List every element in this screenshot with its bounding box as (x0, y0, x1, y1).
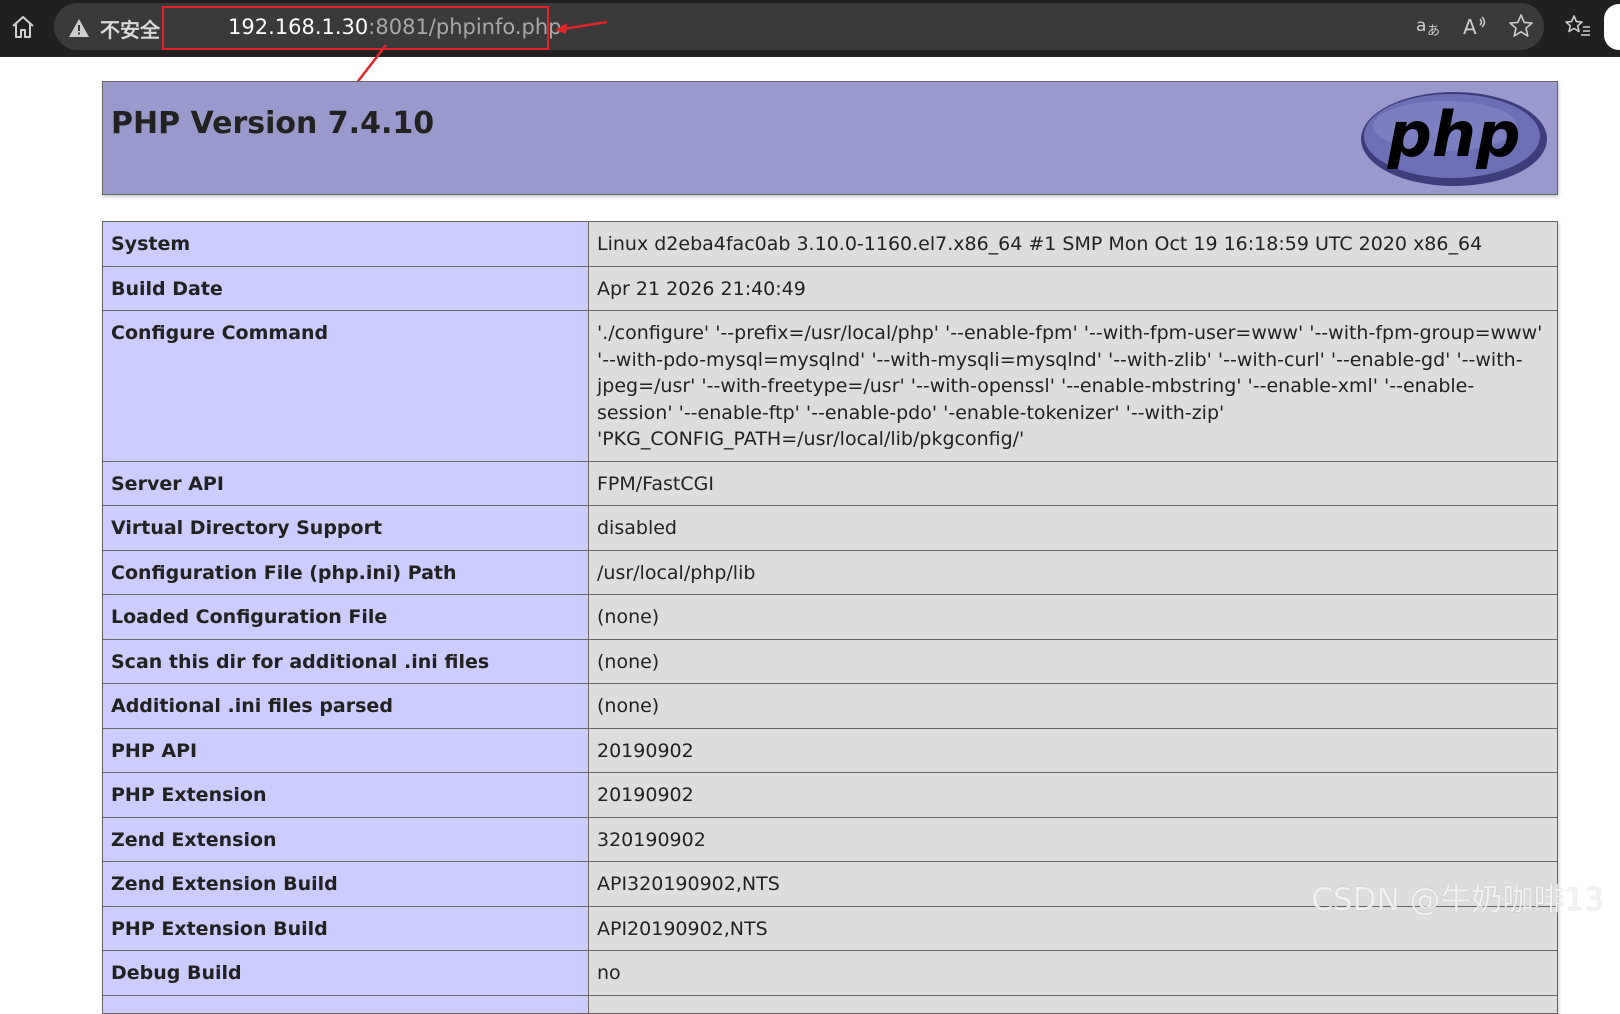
svg-text:A: A (1463, 15, 1477, 38)
translate-icon: a あ (1416, 16, 1440, 38)
setting-value: 320190902 (588, 816, 1558, 862)
home-button[interactable] (6, 10, 40, 44)
table-row (102, 994, 1558, 1014)
table-row: PHP API 20190902 (102, 727, 1558, 773)
setting-value: FPM/FastCGI (588, 460, 1558, 506)
php-logo-text: php (1387, 98, 1521, 171)
setting-label: Virtual Directory Support (102, 505, 589, 551)
php-version-header: PHP Version 7.4.10 php (102, 81, 1558, 195)
setting-label (102, 994, 589, 1014)
table-row: Configuration File (php.ini) Path/usr/lo… (102, 549, 1558, 595)
annotation-url-highlight-box (162, 6, 549, 50)
setting-value: (none) (588, 638, 1558, 684)
page-title: PHP Version 7.4.10 (111, 106, 435, 141)
setting-value: Apr 21 2026 21:40:49 (588, 265, 1558, 311)
warning-icon[interactable] (68, 18, 90, 38)
php-logo[interactable]: php (1359, 90, 1549, 188)
setting-label: Loaded Configuration File (102, 594, 589, 640)
favorites-list-button[interactable] (1563, 11, 1593, 41)
setting-label: Debug Build (102, 950, 589, 996)
table-row: Server API FPM/FastCGI (102, 460, 1558, 506)
table-row: Virtual Directory Support disabled (102, 505, 1558, 551)
table-row: Scan this dir for additional .ini files(… (102, 638, 1558, 684)
svg-text:あ: あ (1427, 24, 1440, 38)
profile-button[interactable] (1604, 4, 1620, 50)
table-row: Additional .ini files parsed (none) (102, 683, 1558, 729)
setting-label: Scan this dir for additional .ini files (102, 638, 589, 684)
table-row: PHP Extension 20190902 (102, 772, 1558, 818)
translate-button[interactable]: a あ (1415, 11, 1445, 41)
setting-label: Server API (102, 460, 589, 506)
setting-label: Configure Command (102, 310, 589, 462)
setting-label: PHP Extension (102, 772, 589, 818)
favorite-button[interactable] (1506, 11, 1536, 41)
table-row: Configure Command './configure' '--prefix… (102, 310, 1558, 462)
watermark: CSDN @牛奶咖啡13 (1311, 882, 1604, 918)
setting-label: Zend Extension Build (102, 861, 589, 907)
table-row: Debug Build no (102, 950, 1558, 996)
insecure-label[interactable]: 不安全 (100, 14, 160, 43)
setting-value (588, 994, 1558, 1014)
setting-label: Zend Extension (102, 816, 589, 862)
setting-value: (none) (588, 683, 1558, 729)
setting-value: Linux d2eba4fac0ab 3.10.0-1160.el7.x86_6… (588, 221, 1558, 267)
setting-value: no (588, 950, 1558, 996)
table-row: System Linux d2eba4fac0ab 3.10.0-1160.el7… (102, 221, 1558, 267)
home-icon (12, 16, 34, 38)
setting-label: PHP Extension Build (102, 905, 589, 951)
table-row: Zend Extension 320190902 (102, 816, 1558, 862)
setting-value: /usr/local/php/lib (588, 549, 1558, 595)
favorites-list-icon (1565, 15, 1590, 36)
setting-label: Build Date (102, 265, 589, 311)
setting-value: './configure' '--prefix=/usr/local/php' … (588, 310, 1558, 462)
setting-value: (none) (588, 594, 1558, 640)
read-aloud-icon: A (1463, 15, 1486, 38)
setting-value: 20190902 (588, 727, 1558, 773)
setting-value: disabled (588, 505, 1558, 551)
table-row: Build Date Apr 21 2026 21:40:49 (102, 265, 1558, 311)
favorite-star-icon (1509, 14, 1533, 37)
setting-label: Configuration File (php.ini) Path (102, 549, 589, 595)
setting-label: System (102, 221, 589, 267)
svg-text:a: a (1416, 16, 1426, 36)
setting-label: PHP API (102, 727, 589, 773)
setting-label: Additional .ini files parsed (102, 683, 589, 729)
table-row: Loaded Configuration File (none) (102, 594, 1558, 640)
read-aloud-button[interactable]: A (1461, 11, 1491, 41)
setting-value: 20190902 (588, 772, 1558, 818)
